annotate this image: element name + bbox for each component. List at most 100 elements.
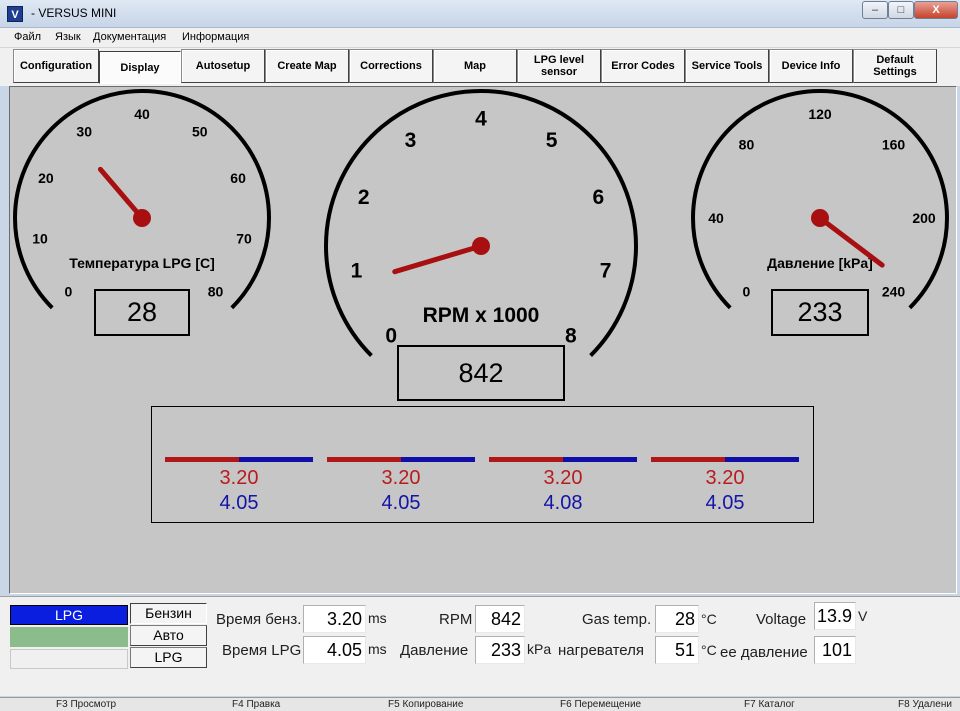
lpg-time-unit: ms [368, 641, 387, 657]
auto-mode-button[interactable]: Авто [130, 625, 207, 646]
voltage-field: 13.9 [814, 602, 856, 630]
mode-indicator-lpg: LPG [10, 605, 128, 625]
fkey-f8[interactable]: F8 Удалени [898, 699, 952, 710]
menu-file[interactable]: Файл [14, 31, 41, 43]
injector-1-petrol-time: 4.05 [219, 492, 259, 514]
tab-configuration[interactable]: Configuration [13, 49, 99, 83]
display-panel: 0 10 20 30 40 50 60 70 80 Температура LPG [C] 0 1 2 3… [9, 86, 957, 594]
injector-times-panel: 3.20 4.05 3.20 4.05 3.20 4.08 3.20 4.05 [151, 406, 814, 523]
temperature-tick-label: 60 [230, 170, 246, 186]
fkey-f7[interactable]: F7 Каталог [744, 699, 795, 710]
heater-temp-unit: °C [701, 642, 717, 658]
rpm-needle [392, 243, 484, 275]
petrol-time-unit: ms [368, 610, 387, 626]
temperature-needle [97, 166, 145, 221]
injector-1-lpg-bar [165, 457, 239, 462]
tab-autosetup[interactable]: Autosetup [181, 49, 265, 83]
injector-2-lpg-time: 3.20 [381, 467, 421, 489]
rpm-value-box: 842 [397, 345, 565, 401]
voltage-unit: V [858, 608, 868, 624]
pressure-tick-label: 160 [882, 136, 906, 152]
injector-3-petrol-bar [563, 457, 637, 462]
menu-bar: Файл Язык Документация Информация [0, 28, 960, 48]
injector-2-petrol-time: 4.05 [381, 492, 421, 514]
pressure-tick-label: 0 [743, 284, 751, 300]
pressure-gauge-arc [691, 89, 949, 310]
pressure-value-box: 233 [771, 289, 869, 336]
injector-4-lpg-time: 3.20 [705, 467, 745, 489]
pressure-tick-label: 200 [912, 210, 936, 226]
temperature-tick-label: 50 [192, 124, 208, 140]
tab-corrections[interactable]: Corrections [349, 49, 433, 83]
temperature-tick-label: 20 [38, 170, 54, 186]
minimize-button[interactable]: – [862, 1, 888, 19]
temperature-tick-label: 10 [32, 230, 48, 246]
pressure-tick-label: 120 [808, 106, 832, 122]
maximize-button[interactable]: □ [888, 1, 914, 19]
temperature-needle-hub [133, 209, 151, 227]
tab-bar: Configuration Display Autosetup Create M… [0, 48, 960, 86]
rpm-label: RPM [439, 611, 473, 628]
fkey-f4[interactable]: F4 Правка [232, 699, 280, 710]
close-button[interactable]: X [914, 1, 958, 19]
menu-information[interactable]: Информация [182, 31, 249, 43]
temperature-value-box: 28 [94, 289, 190, 336]
temperature-tick-label: 80 [208, 284, 224, 300]
tab-lpg-level-sensor[interactable]: LPG level sensor [517, 49, 601, 83]
tab-display[interactable]: Display [99, 51, 181, 84]
fkey-f5[interactable]: F5 Копирование [388, 699, 463, 710]
pressure-unit: kPa [527, 641, 552, 657]
injector-3-petrol-time: 4.08 [543, 492, 583, 514]
injector-3-lpg-bar [489, 457, 563, 462]
gas-temp-label: Gas temp. [582, 611, 652, 628]
menu-documentation[interactable]: Документация [93, 31, 166, 43]
pressure-label: Давление [400, 642, 469, 659]
pressure-gauge-label: Давление [kPa] [767, 255, 873, 271]
temperature-tick-label: 40 [134, 106, 150, 122]
tab-device-info[interactable]: Device Info [769, 49, 853, 83]
voltage-label: Voltage [756, 611, 807, 628]
injector-3: 3.20 4.08 [489, 457, 637, 517]
status-panel: LPG Бензин Авто LPG Время бенз. 3.20 ms … [0, 596, 960, 696]
fkey-f3[interactable]: F3 Просмотр [56, 699, 116, 710]
injector-3-lpg-time: 3.20 [543, 467, 583, 489]
tab-default-settings[interactable]: Default Settings [853, 49, 937, 83]
rpm-needle-hub [472, 237, 490, 255]
injector-4-petrol-time: 4.05 [705, 492, 745, 514]
rpm-tick-label: 0 [385, 324, 397, 347]
app-icon: V [7, 6, 23, 22]
pressure-needle-hub [811, 209, 829, 227]
rpm-tick-label: 1 [351, 259, 363, 282]
injector-2: 3.20 4.05 [327, 457, 475, 517]
gas-temp-field: 28 [655, 605, 699, 633]
rpm-tick-label: 6 [592, 186, 604, 209]
pressure2-label: ее давление [720, 644, 808, 661]
temperature-tick-label: 0 [65, 284, 73, 300]
pressure-tick-label: 240 [882, 284, 906, 300]
temperature-gauge-arc [13, 89, 271, 310]
tab-map[interactable]: Map [433, 49, 517, 83]
heater-temp-label: нагревателя [558, 642, 645, 659]
pressure-field: 233 [475, 636, 525, 664]
injector-4-lpg-bar [651, 457, 725, 462]
injector-2-petrol-bar [401, 457, 475, 462]
mode-indicator-petrol [10, 649, 128, 669]
fkey-f6[interactable]: F6 Перемещение [560, 699, 641, 710]
lpg-time-field: 4.05 [303, 636, 366, 664]
function-key-bar: F3 Просмотр F4 Правка F5 Копирование F6 … [0, 697, 960, 711]
petrol-mode-button[interactable]: Бензин [130, 603, 207, 624]
tab-service-tools[interactable]: Service Tools [685, 49, 769, 83]
lpg-time-label: Время LPG [222, 642, 302, 659]
tab-create-map[interactable]: Create Map [265, 49, 349, 83]
injector-4-petrol-bar [725, 457, 799, 462]
injector-1-petrol-bar [239, 457, 313, 462]
rpm-tick-label: 8 [565, 324, 577, 347]
temperature-tick-label: 70 [236, 230, 252, 246]
tab-error-codes[interactable]: Error Codes [601, 49, 685, 83]
rpm-tick-label: 5 [546, 129, 558, 152]
injector-4: 3.20 4.05 [651, 457, 799, 517]
menu-language[interactable]: Язык [55, 31, 81, 43]
petrol-time-label: Время бенз. [216, 611, 302, 628]
lpg-mode-button[interactable]: LPG [130, 647, 207, 668]
temperature-tick-label: 30 [76, 124, 92, 140]
